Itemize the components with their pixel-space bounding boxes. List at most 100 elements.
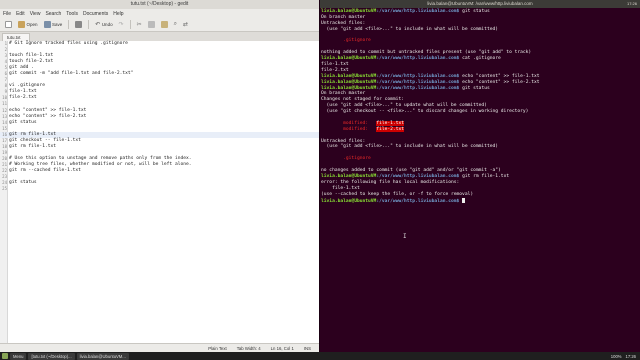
language-selector[interactable]: Plain Text [208, 346, 227, 351]
save-label: Save [52, 22, 63, 27]
terminal-window[interactable]: livia.balan@UbuntuVM: /var/www/http.livi… [319, 0, 640, 352]
search-icon: ⌕ [173, 21, 178, 27]
terminal-line: livia.balan@UbuntuVM:/var/www/http.liviu… [321, 197, 639, 204]
copy-button[interactable] [146, 20, 157, 30]
undo-label: Undo [101, 22, 113, 27]
prompt-path: :/var/www/http.liviubalan.com$ [376, 85, 460, 91]
cursor-position: Ln 16, Col 1 [270, 345, 294, 351]
line-text: file-2.txt [9, 95, 37, 101]
editor-lines[interactable]: 1 # Git Ignore tracked files using .gitig… [0, 41, 319, 192]
prompt-command: echo "content" >> file-1.txt [459, 73, 540, 79]
print-icon [75, 21, 83, 28]
untracked-file: .gitignore [321, 156, 371, 162]
line-text: git commit -m "add file-1.txt and file-2… [9, 71, 134, 77]
text-editor[interactable]: 1 # Git Ignore tracked files using .gitig… [0, 41, 319, 343]
modified-file: file-2.txt [376, 126, 404, 132]
prompt-user: livia.balan@UbuntuVM [321, 9, 377, 14]
prompt-command: git rm file-1.txt [459, 173, 510, 179]
new-document-icon [5, 21, 12, 28]
line-text: git rm --cached file-1.txt [9, 167, 81, 173]
menu-view[interactable]: View [30, 11, 41, 17]
menu-icon[interactable] [2, 353, 8, 359]
gedit-window-title: tutu.txt (~/Desktop) - gedit [130, 1, 189, 7]
untracked-file: .gitignore [321, 38, 371, 44]
paste-icon [160, 21, 168, 28]
tab-tutu-txt[interactable]: tutu.txt [2, 33, 30, 41]
line-text: git status [9, 119, 37, 125]
menu-help[interactable]: Help [113, 11, 123, 17]
clock: 17:26 [626, 1, 637, 6]
prompt-path: :/var/www/http.liviubalan.com$ [376, 79, 460, 85]
gedit-title-bar[interactable]: tutu.txt (~/Desktop) - gedit [0, 0, 319, 9]
open-button[interactable]: Open [16, 20, 40, 30]
paste-button[interactable] [159, 20, 170, 30]
terminal-title-bar[interactable]: livia.balan@UbuntuVM: /var/www/http.livi… [320, 0, 640, 8]
prompt-path: :/var/www/http.liviubalan.com$ [376, 56, 460, 62]
cut-icon: ✂ [136, 22, 142, 28]
prompt-path: :/var/www/http.liviubalan.com$ [376, 73, 460, 79]
print-button[interactable] [73, 20, 84, 30]
save-icon [43, 21, 51, 28]
menu-tools[interactable]: Tools [66, 11, 78, 17]
menu-edit[interactable]: Edit [16, 11, 25, 17]
prompt-command: git status [459, 85, 490, 91]
editor-line[interactable]: 25 [0, 186, 319, 192]
tab-width-selector[interactable]: Tab Width: 4 [237, 346, 261, 351]
taskbar-item-gedit[interactable]: [tutu.txt (~/Desktop)... [28, 352, 75, 360]
prompt-path: :/var/www/http.liviubalan.com$ [376, 9, 460, 14]
menu-search[interactable]: Search [45, 11, 61, 17]
line-number: 25 [2, 186, 7, 192]
terminal-output[interactable]: livia.balan@UbuntuVM:/var/www/http.liviu… [321, 9, 639, 204]
open-label: Open [26, 22, 38, 27]
toolbar-separator [68, 20, 70, 29]
save-button[interactable]: Save [42, 20, 65, 30]
prompt-path: :/var/www/http.liviubalan.com$ [376, 198, 460, 204]
find-button[interactable]: ⌕ [172, 20, 179, 30]
taskbar: Menu [tutu.txt (~/Desktop)... livia.bala… [0, 352, 640, 360]
replace-button[interactable]: ⇄ [181, 20, 190, 30]
prompt-user: livia.balan@UbuntuVM [321, 56, 377, 62]
cut-button[interactable]: ✂ [135, 20, 144, 30]
new-document-button[interactable] [3, 20, 14, 30]
redo-button[interactable]: ↷ [117, 20, 126, 30]
undo-button[interactable]: ↶ Undo [93, 20, 114, 30]
gedit-status-bar: Plain Text Tab Width: 4 Ln 16, Col 1 INS [0, 343, 319, 352]
taskbar-menu[interactable]: Menu [10, 352, 27, 360]
replace-icon: ⇄ [183, 22, 189, 28]
system-tray: 100% 17:26 [611, 354, 640, 359]
redo-icon: ↷ [118, 22, 124, 28]
prompt-user: livia.balan@UbuntuVM [321, 85, 377, 91]
prompt-user: livia.balan@UbuntuVM [321, 73, 377, 79]
modified-file: file-1.txt [376, 120, 404, 126]
toolbar-separator [88, 20, 90, 29]
line-text: git rm file-1.txt [9, 143, 57, 149]
prompt-user: livia.balan@UbuntuVM [321, 79, 377, 85]
taskbar-clock: 17:26 [625, 353, 636, 359]
battery-level: 100% [610, 353, 622, 359]
document-tab-bar: tutu.txt [0, 32, 319, 41]
undo-icon: ↶ [95, 22, 101, 28]
gedit-window: tutu.txt (~/Desktop) - gedit File Edit V… [0, 0, 319, 352]
line-text: # Git Ignore tracked files using .gitign… [9, 41, 128, 46]
menu-file[interactable]: File [3, 11, 11, 17]
insert-mode: INS [303, 345, 311, 351]
prompt-command: cat .gitignore [459, 56, 501, 62]
menu-documents[interactable]: Documents [83, 11, 108, 17]
terminal-title: livia.balan@UbuntuVM: /var/www/http.livi… [427, 1, 533, 6]
gedit-menu-bar: File Edit View Search Tools Documents He… [0, 9, 319, 18]
gedit-toolbar: Open Save ↶ Undo ↷ ✂ ⌕ ⇄ [0, 18, 319, 32]
prompt-user: livia.balan@UbuntuVM [321, 198, 377, 204]
tab-label: tutu.txt [7, 35, 21, 40]
terminal-cursor [462, 197, 466, 203]
line-text [8, 186, 9, 192]
modified-label: modified: [321, 120, 377, 126]
line-text: git status [9, 180, 37, 186]
prompt-command: echo "content" >> file-2.txt [459, 79, 540, 85]
prompt-path: :/var/www/http.liviubalan.com$ [376, 173, 460, 179]
mouse-ibeam-cursor: I [403, 233, 407, 240]
modified-label: modified: [321, 126, 377, 132]
prompt-command: git status [459, 9, 490, 14]
copy-icon [147, 21, 155, 28]
toolbar-separator [129, 20, 131, 29]
taskbar-item-terminal[interactable]: livia.balan@UbuntuVM... [76, 352, 129, 360]
